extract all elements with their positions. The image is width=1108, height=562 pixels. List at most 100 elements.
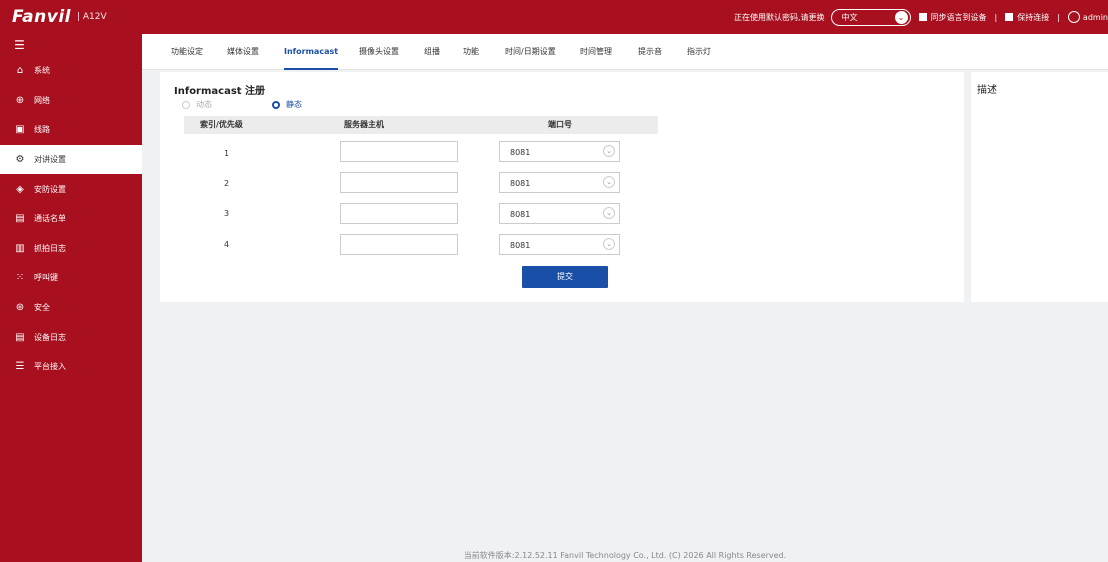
sliders-icon: ☰	[15, 361, 25, 373]
separator: |	[994, 12, 998, 22]
tab-informacast[interactable]: Informacast	[284, 34, 339, 70]
keep-connection-label: 保持连接	[1017, 12, 1050, 22]
sidebar-item-label: 线路	[34, 125, 50, 135]
sidebar-item-system[interactable]: ⌂ 系统	[0, 56, 142, 86]
tab-bar: 功能设定 媒体设置 Informacast 摄像头设置 组播 功能 时间/日期设…	[142, 34, 1108, 70]
sidebar-item-label: 平台接入	[34, 362, 66, 372]
row-index: 1	[224, 149, 230, 158]
gear-icon: ⚙	[15, 154, 25, 166]
sidebar-item-label: 网络	[34, 95, 50, 105]
sidebar: ☰ ⌂ 系统 ⊕ 网络 ▣ 线路 ⚙ 对讲设置 ◈ 安防设置 ▤ 通话名单 ▥ …	[0, 34, 142, 562]
menu-toggle[interactable]: ☰	[0, 34, 142, 56]
server-host-input-3[interactable]	[340, 203, 458, 224]
sidebar-item-intercom-settings[interactable]: ⚙ 对讲设置	[0, 144, 142, 175]
port-value: 8081	[510, 241, 531, 250]
tab-multicast[interactable]: 组播	[424, 34, 440, 70]
footer-copyright: 当前软件版本:2.12.52.11 Fanvil Technology Co.,…	[463, 551, 787, 560]
radio-static-circle[interactable]	[272, 100, 280, 109]
top-bar: Fanvil | A12V 正在使用默认密码,请更换 中文 ⌄ 同步语言到设备 …	[0, 0, 1108, 34]
port-select-2[interactable]: 8081 ⌄	[499, 172, 620, 193]
port-value: 8081	[510, 210, 531, 219]
tab-media-settings[interactable]: 媒体设置	[227, 34, 259, 70]
top-right-controls: 正在使用默认密码,请更换 中文 ⌄ 同步语言到设备 | 保持连接 | admin	[734, 0, 1108, 34]
port-select-1[interactable]: 8081 ⌄	[499, 141, 620, 162]
globe-icon: ⊕	[15, 94, 25, 106]
sync-language-checkbox[interactable]	[918, 13, 927, 21]
sidebar-item-label: 系统	[34, 66, 50, 76]
sidebar-item-label: 抓拍日志	[34, 243, 66, 253]
server-host-input-4[interactable]	[340, 234, 458, 255]
radio-dynamic-label: 动态	[196, 100, 212, 109]
row-index: 2	[224, 179, 230, 188]
keypad-icon: ⁙	[15, 272, 25, 284]
doc-icon: ▤	[15, 331, 25, 343]
language-value: 中文	[841, 12, 858, 22]
sidebar-item-call-list[interactable]: ▤ 通话名单	[0, 204, 142, 234]
menu-icon: ☰	[14, 38, 25, 52]
chevron-down-icon: ⌄	[603, 207, 615, 219]
row-index: 3	[224, 209, 230, 218]
chevron-down-icon: ⌄	[603, 238, 615, 250]
radio-static[interactable]: 静态	[272, 99, 302, 110]
sidebar-item-label: 对讲设置	[34, 155, 66, 165]
row-index: 4	[224, 240, 230, 249]
sidebar-item-network[interactable]: ⊕ 网络	[0, 86, 142, 116]
sidebar-item-line[interactable]: ▣ 线路	[0, 115, 142, 145]
sidebar-item-label: 呼叫键	[34, 273, 58, 283]
sidebar-item-label: 通话名单	[34, 214, 66, 224]
device-model: | A12V	[76, 12, 107, 22]
chevron-down-icon: ⌄	[603, 145, 615, 157]
tab-features[interactable]: 功能	[463, 34, 479, 70]
sidebar-item-security[interactable]: ⊛ 安全	[0, 293, 142, 323]
sidebar-item-label: 设备日志	[34, 332, 66, 342]
radio-static-label: 静态	[286, 100, 302, 109]
tab-time-date[interactable]: 时间/日期设置	[505, 34, 556, 70]
sidebar-item-snapshot-log[interactable]: ▥ 抓拍日志	[0, 234, 142, 264]
port-select-3[interactable]: 8081 ⌄	[499, 203, 620, 224]
sidebar-item-platform-access[interactable]: ☰ 平台接入	[0, 352, 142, 382]
port-value: 8081	[510, 179, 531, 188]
description-title: 描述	[977, 85, 997, 96]
description-panel: 描述	[971, 72, 1108, 302]
chevron-down-icon: ⌄	[894, 10, 908, 24]
home-icon: ⌂	[16, 65, 24, 77]
port-value: 8081	[510, 148, 531, 157]
language-select[interactable]: 中文 ⌄	[830, 8, 911, 26]
user-icon	[1067, 11, 1080, 23]
separator: |	[1057, 12, 1060, 22]
security-icon: ◈	[16, 183, 24, 195]
tab-indicator[interactable]: 指示灯	[687, 34, 711, 70]
default-password-notice[interactable]: 正在使用默认密码,请更换	[734, 12, 825, 23]
sidebar-item-label: 安全	[34, 303, 50, 313]
sidebar-item-call-keys[interactable]: ⁙ 呼叫键	[0, 263, 142, 293]
server-host-input-1[interactable]	[340, 141, 458, 162]
shield-icon: ⊛	[15, 302, 25, 314]
radio-dynamic-circle[interactable]	[182, 100, 190, 109]
radio-dynamic[interactable]: 动态	[182, 99, 212, 110]
user-name[interactable]: admin	[1083, 13, 1108, 22]
column-header-index: 索引/优先级	[200, 120, 243, 129]
tab-function-settings[interactable]: 功能设定	[171, 34, 203, 70]
sidebar-item-security-settings[interactable]: ◈ 安防设置	[0, 174, 142, 204]
fanvil-logo: Fanvil	[12, 7, 71, 27]
column-header-port: 端口号	[548, 120, 572, 129]
keep-connection-checkbox[interactable]	[1005, 13, 1014, 21]
column-header-host: 服务器主机	[344, 120, 384, 129]
log-icon: ▥	[15, 242, 25, 254]
table-header: 索引/优先级 服务器主机 端口号	[184, 116, 658, 134]
informacast-panel: Informacast 注册 动态 静态 索引/优先级 服务器主机 端口号 1 …	[160, 72, 964, 302]
tab-camera-settings[interactable]: 摄像头设置	[359, 34, 399, 70]
line-icon: ▣	[15, 124, 25, 136]
port-select-4[interactable]: 8081 ⌄	[499, 234, 620, 255]
contacts-icon: ▤	[15, 213, 25, 225]
tab-prompt-tone[interactable]: 提示音	[638, 34, 662, 70]
sidebar-item-label: 安防设置	[34, 184, 66, 194]
chevron-down-icon: ⌄	[603, 176, 615, 188]
brand: Fanvil | A12V	[12, 7, 107, 27]
server-host-input-2[interactable]	[340, 172, 458, 193]
panel-title: Informacast 注册	[174, 86, 266, 97]
tab-time-management[interactable]: 时间管理	[580, 34, 612, 70]
sync-language-label: 同步语言到设备	[930, 12, 987, 22]
sidebar-item-device-log[interactable]: ▤ 设备日志	[0, 322, 142, 352]
submit-button[interactable]: 提交	[522, 266, 608, 288]
